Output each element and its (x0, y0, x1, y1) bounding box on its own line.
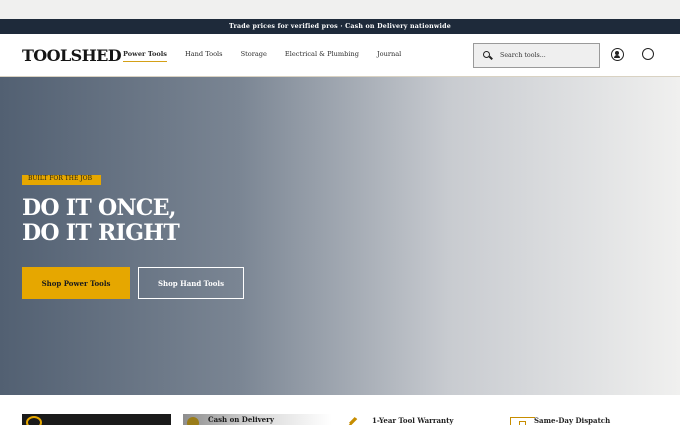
hammer-icon (348, 417, 372, 425)
announcement-text: Trade prices for verified pros · Cash on… (229, 23, 451, 30)
main-nav: Power Tools Hand Tools Storage Electrica… (123, 50, 419, 62)
hero-tag: BUILT FOR THE JOB (22, 175, 101, 185)
shop-power-tools-button[interactable]: Shop Power Tools (22, 267, 130, 299)
cod-title: Cash on Delivery (208, 415, 274, 424)
dispatch-feature: Same-Day Dispatch (510, 416, 610, 425)
site-header: TOOLSHED Power Tools Hand Tools Storage … (0, 34, 680, 77)
truck-icon (510, 417, 535, 425)
site-logo[interactable]: TOOLSHED (22, 46, 122, 65)
account-icon[interactable] (611, 48, 624, 61)
product-image (22, 414, 171, 425)
search-icon (483, 51, 492, 60)
nav-hand-tools[interactable]: Hand Tools (185, 50, 223, 62)
nav-journal[interactable]: Journal (377, 50, 401, 62)
hero-banner: BUILT FOR THE JOB DO IT ONCE, DO IT RIGH… (0, 77, 680, 395)
feature-strip: Cash on Delivery 1-Year Tool Warranty Sa… (0, 395, 680, 425)
announcement-bar: Trade prices for verified pros · Cash on… (0, 19, 680, 34)
top-spacer (0, 0, 680, 19)
hero-title: DO IT ONCE, DO IT RIGHT (22, 195, 180, 246)
search-placeholder: Search tools... (500, 52, 546, 59)
cart-icon[interactable] (642, 48, 654, 60)
search-input[interactable]: Search tools... (473, 43, 600, 68)
nav-power-tools[interactable]: Power Tools (123, 50, 167, 62)
cod-card: Cash on Delivery (183, 414, 332, 425)
nav-storage[interactable]: Storage (241, 50, 267, 62)
warranty-feature: 1-Year Tool Warranty (348, 416, 453, 425)
nav-electrical-plumbing[interactable]: Electrical & Plumbing (285, 50, 359, 62)
shop-hand-tools-button[interactable]: Shop Hand Tools (138, 267, 244, 299)
cod-icon (187, 417, 199, 425)
storefront-page: Trade prices for verified pros · Cash on… (0, 0, 680, 425)
